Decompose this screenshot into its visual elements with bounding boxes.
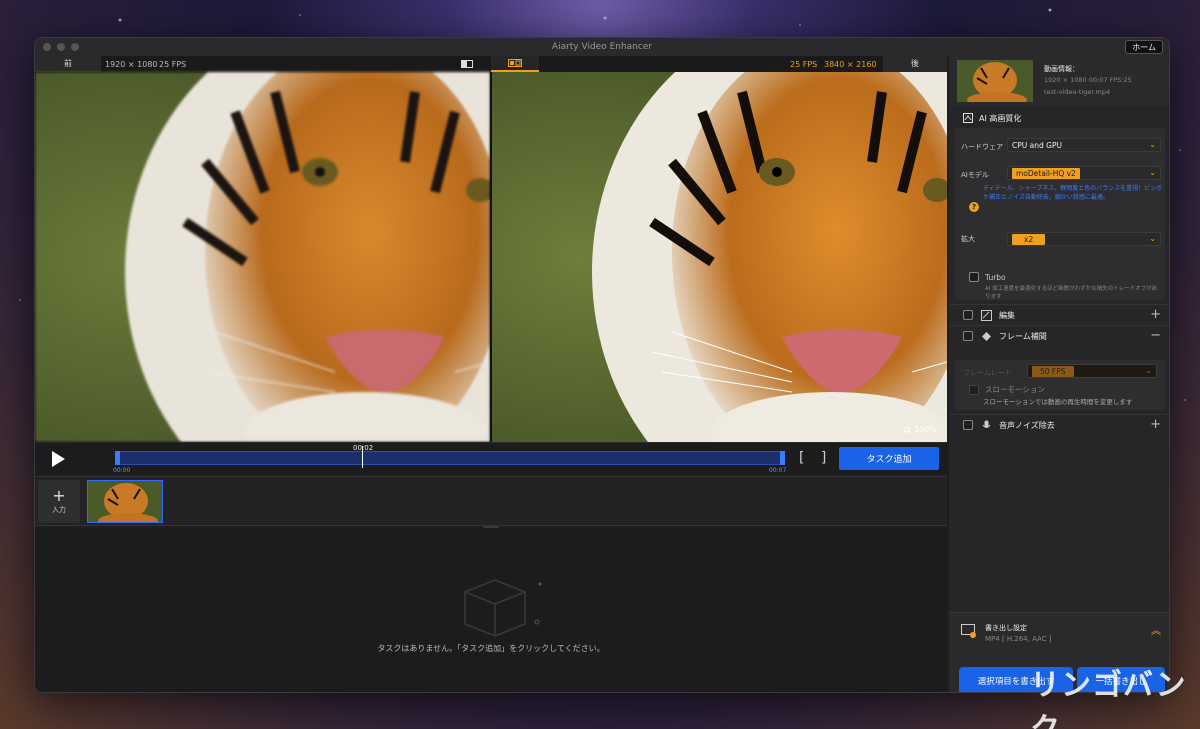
edit-checkbox[interactable]	[963, 310, 973, 320]
export-settings-title: 書き出し設定	[985, 624, 1027, 632]
current-time: 00:02	[353, 444, 374, 452]
site-watermark-logo: リンゴバンク	[1030, 668, 1187, 729]
trim-end-handle[interactable]	[780, 451, 785, 465]
timeline-track[interactable]	[115, 446, 785, 468]
settings-panel: 動画情報： 1920 × 1080 00:07 FPS:25 test-vide…	[949, 56, 1169, 692]
denoise-option-row[interactable]: 音声ノイズ除去 +	[949, 414, 1169, 434]
edit-option-row[interactable]: 編集 +	[949, 304, 1169, 324]
after-preview-image	[492, 72, 947, 442]
model-label: AIモデル	[961, 171, 989, 179]
turbo-description: AI 加工速度を最適化するほど画質がわずかな損失のトレードオフがあります	[985, 286, 1158, 300]
frame-rate-value: 50 FPS	[1032, 365, 1074, 377]
help-icon[interactable]: ?	[969, 202, 979, 212]
task-list-area: タスクはありません。「タスク追加」をクリックしてください。	[35, 528, 947, 692]
denoise-label: 音声ノイズ除去	[999, 421, 1055, 430]
before-label: 前	[35, 56, 101, 72]
turbo-label: Turbo	[985, 273, 1006, 282]
close-window-button[interactable]	[43, 43, 51, 51]
model-description: ディテール、シャープネス、鮮明度と色のバランスを重視！ピンボケ補正とノイズ自動除…	[983, 185, 1163, 201]
frame-interp-icon	[982, 332, 991, 341]
before-preview-image	[35, 72, 490, 442]
before-fps: 25 FPS	[159, 59, 187, 69]
zoom-window-button[interactable]	[71, 43, 79, 51]
add-task-button[interactable]: タスク追加	[839, 447, 939, 470]
clip-strip: + 入力	[35, 476, 947, 526]
plus-icon: +	[52, 485, 66, 505]
video-info-thumbnail	[957, 60, 1033, 102]
add-input-button[interactable]: + 入力	[38, 480, 80, 523]
scale-value: x2	[1012, 233, 1046, 245]
video-info: 動画情報： 1920 × 1080 00:07 FPS:25 test-vide…	[949, 56, 1169, 106]
play-icon[interactable]	[49, 450, 67, 468]
chevron-down-icon: ⌄	[1149, 234, 1156, 243]
empty-task-message: タスクはありません。「タスク追加」をクリックしてください。	[377, 644, 605, 653]
transport-bar: 00:02 00:00 00:07 [ ] タスク追加	[35, 442, 947, 474]
expand-plus-icon[interactable]: +	[1150, 417, 1161, 432]
video-info-meta: 1920 × 1080 00:07 FPS:25	[1044, 76, 1132, 84]
split-view-icon	[508, 59, 522, 67]
single-view-button[interactable]	[445, 56, 489, 72]
model-value: moDetail-HQ v2	[1012, 167, 1080, 179]
preview-area[interactable]: 100%	[35, 72, 947, 442]
minimize-window-button[interactable]	[57, 43, 65, 51]
hardware-value: CPU and GPU	[1012, 140, 1062, 150]
after-resolution: 3840 × 2160	[824, 59, 877, 69]
ai-enhance-settings: ハードウェア CPU and GPU ⌄ AIモデル moDetail-HQ v…	[955, 128, 1165, 300]
magnifier-icon	[903, 426, 911, 434]
export-format: MP4 [ H.264, AAC ]	[985, 635, 1052, 643]
edit-label: 編集	[999, 311, 1015, 320]
slowmo-description: スローモーションでは動画の再生時間を変更します	[983, 398, 1133, 406]
ai-enhance-title: AI 高画質化	[979, 113, 1022, 123]
app-window: Aiarty Video Enhancer ホーム 前 1920 × 1080 …	[34, 37, 1170, 693]
zoom-level: 100%	[914, 425, 937, 434]
compare-info-bar: 前 1920 × 1080 25 FPS 25 FPS 3840 × 2160 …	[35, 56, 947, 72]
single-view-icon	[461, 60, 473, 68]
ai-enhance-header[interactable]: AI 高画質化	[949, 108, 1169, 128]
after-fps: 25 FPS	[790, 59, 818, 69]
after-label: 後	[883, 56, 947, 72]
edit-icon	[981, 310, 992, 321]
model-select[interactable]: moDetail-HQ v2 ⌄	[1007, 166, 1161, 180]
turbo-checkbox[interactable]	[969, 272, 979, 282]
frame-interp-checkbox[interactable]	[963, 331, 973, 341]
chevron-down-icon: ⌄	[1149, 140, 1156, 149]
window-controls	[43, 43, 79, 51]
expand-plus-icon[interactable]: +	[1150, 307, 1161, 322]
scale-label: 拡大	[961, 235, 975, 243]
slowmo-checkbox[interactable]	[969, 385, 979, 395]
window-title: Aiarty Video Enhancer	[551, 42, 653, 52]
title-bar: Aiarty Video Enhancer ホーム	[35, 38, 1169, 56]
hardware-select[interactable]: CPU and GPU ⌄	[1007, 138, 1161, 152]
trim-brackets-icon[interactable]: [ ]	[799, 450, 832, 466]
collapse-minus-icon[interactable]: −	[1150, 328, 1161, 343]
hardware-label: ハードウェア	[961, 143, 1003, 151]
clip-thumbnail[interactable]	[87, 480, 163, 523]
frame-interp-settings: フレームレート 50 FPS ⌄ スローモーション スローモーションでは動画の再…	[955, 360, 1165, 410]
chevron-down-icon: ⌄	[1149, 168, 1156, 177]
trim-start-handle[interactable]	[115, 451, 120, 465]
home-button[interactable]: ホーム	[1125, 40, 1163, 54]
double-chevron-up-icon[interactable]: ︽	[1151, 622, 1161, 637]
frame-rate-select[interactable]: 50 FPS ⌄	[1027, 364, 1157, 378]
chevron-down-icon: ⌄	[1145, 366, 1152, 375]
frame-rate-label: フレームレート	[963, 369, 1012, 377]
frame-interp-label: フレーム補間	[999, 332, 1047, 341]
video-filename: test-video-tiger.mp4	[1044, 88, 1111, 96]
empty-box-icon	[462, 579, 542, 637]
scale-select[interactable]: x2 ⌄	[1007, 232, 1161, 246]
before-resolution: 1920 × 1080	[105, 59, 158, 69]
microphone-icon	[982, 420, 991, 428]
zoom-indicator[interactable]: 100%	[903, 425, 937, 434]
split-view-button[interactable]	[491, 56, 539, 72]
start-time: 00:00	[113, 467, 131, 474]
frame-interp-option-row[interactable]: フレーム補間 −	[949, 325, 1169, 345]
slowmo-label: スローモーション	[985, 385, 1045, 394]
export-settings-icon[interactable]	[961, 623, 977, 639]
add-input-label: 入力	[52, 505, 66, 514]
denoise-checkbox[interactable]	[963, 420, 973, 430]
ai-enhance-icon	[963, 113, 973, 123]
end-time: 00:07	[769, 467, 787, 474]
video-info-title: 動画情報：	[1044, 65, 1079, 73]
